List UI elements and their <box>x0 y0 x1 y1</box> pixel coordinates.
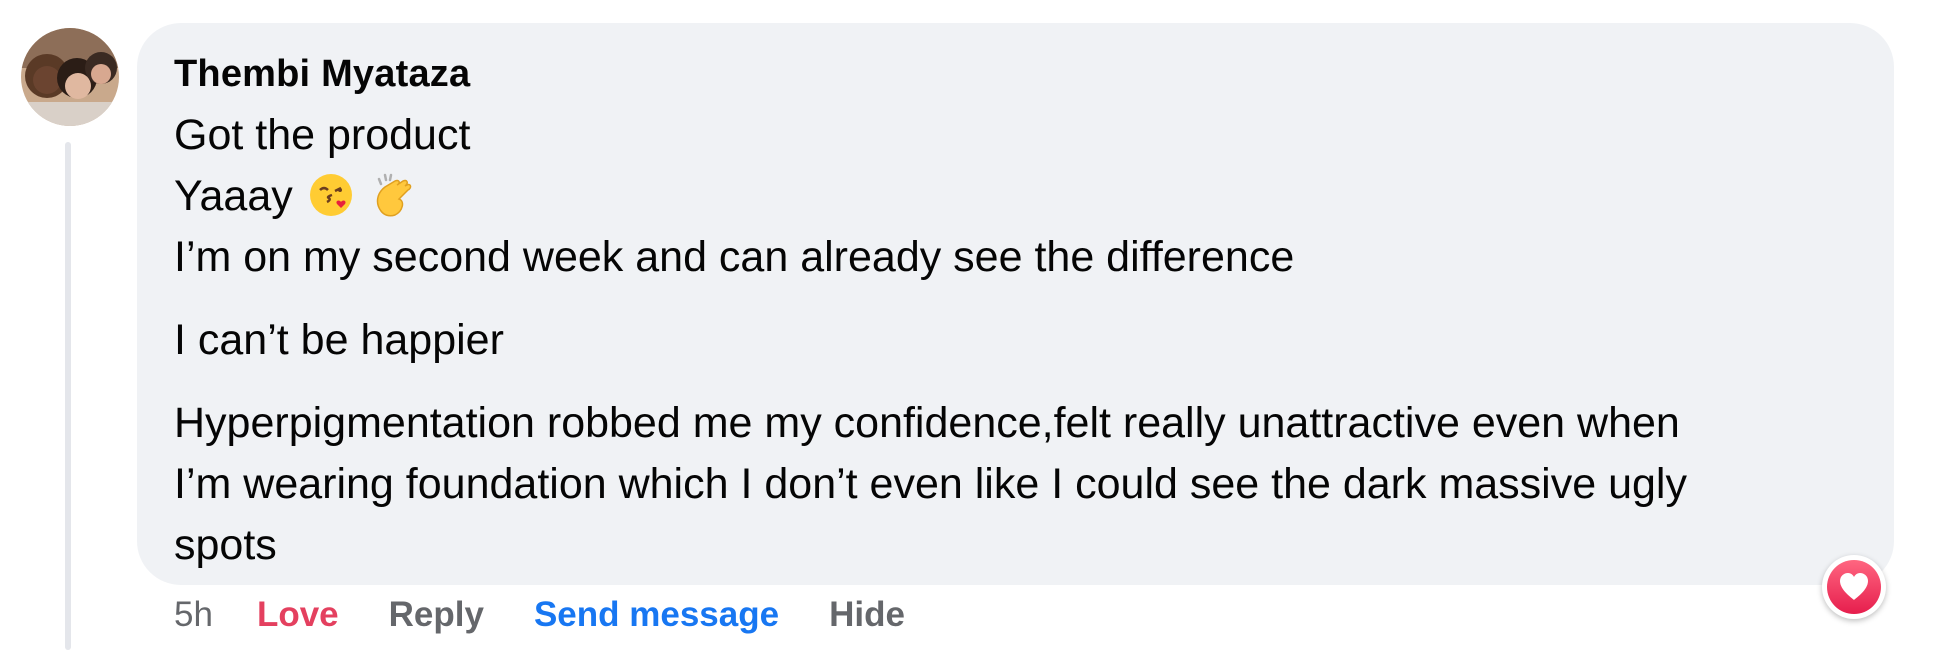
comment-bubble: Thembi Myataza Got the product Yaaay I’m… <box>137 23 1894 585</box>
avatar[interactable] <box>21 28 119 126</box>
comment-line: I’m on my second week and can already se… <box>174 233 1295 281</box>
hide-button[interactable]: Hide <box>829 595 905 635</box>
comment-author[interactable]: Thembi Myataza <box>174 49 1858 99</box>
comment-actions: 5h Love Reply Send message Hide <box>174 590 905 640</box>
thread-line <box>65 142 71 650</box>
reaction-badge[interactable] <box>1822 555 1886 619</box>
clapping-hands-emoji-icon <box>369 171 417 219</box>
comment-line: spots <box>174 521 277 569</box>
kiss-emoji-icon <box>307 171 355 219</box>
comment-line: I’m wearing foundation which I don’t eve… <box>174 460 1687 508</box>
love-button[interactable]: Love <box>257 595 339 635</box>
comment-paragraph: I can’t be happier <box>174 316 504 364</box>
avatar-photo <box>21 28 119 126</box>
reply-button[interactable]: Reply <box>389 595 484 635</box>
comment-line: Got the product <box>174 111 471 159</box>
comment-line: Yaaay <box>174 166 1858 227</box>
send-message-button[interactable]: Send message <box>534 595 779 635</box>
heart-icon <box>1827 560 1881 614</box>
timestamp[interactable]: 5h <box>174 595 213 635</box>
comment-line: Hyperpigmentation robbed me my confidenc… <box>174 399 1680 447</box>
comment-line-text: Yaaay <box>174 172 293 220</box>
